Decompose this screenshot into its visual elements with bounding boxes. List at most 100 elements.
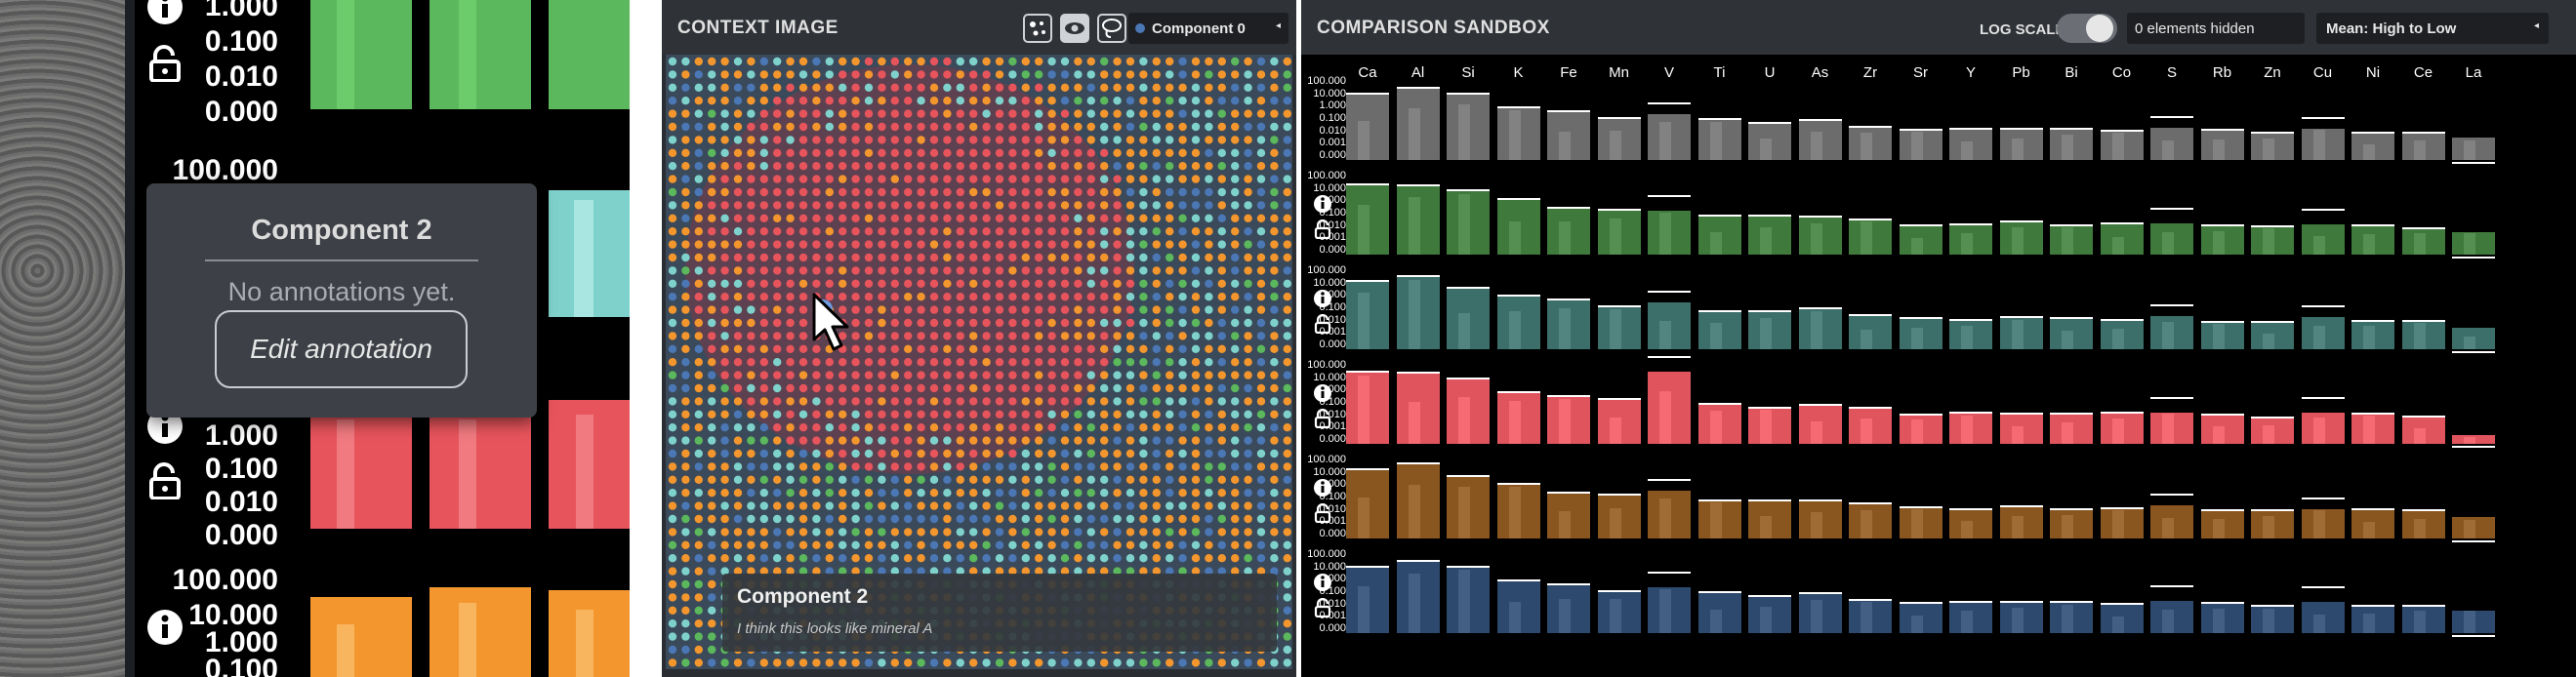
element-bar-inner xyxy=(2162,232,2174,255)
data-point xyxy=(851,371,860,379)
element-header[interactable]: Sr xyxy=(1901,64,1941,81)
lasso-tool-button[interactable] xyxy=(1097,14,1126,43)
element-header[interactable]: La xyxy=(2454,64,2493,81)
unlock-icon[interactable] xyxy=(146,45,184,82)
scatter-tool-button[interactable] xyxy=(1023,14,1052,43)
info-icon[interactable] xyxy=(1313,573,1332,592)
data-point xyxy=(1283,606,1291,615)
element-header[interactable]: Ti xyxy=(1700,64,1739,81)
element-header[interactable]: Mn xyxy=(1600,64,1639,81)
data-point xyxy=(943,214,952,222)
data-point xyxy=(1021,436,1030,445)
data-point xyxy=(851,397,860,406)
element-header[interactable]: Pb xyxy=(2002,64,2041,81)
info-icon[interactable] xyxy=(1313,194,1332,214)
data-point xyxy=(773,318,782,328)
element-header[interactable]: Si xyxy=(1449,64,1488,81)
unlock-icon[interactable] xyxy=(1313,408,1332,429)
data-point xyxy=(1139,83,1148,92)
data-point xyxy=(1270,293,1279,301)
data-point xyxy=(995,109,1004,118)
data-point xyxy=(1205,175,1213,183)
info-icon[interactable] xyxy=(146,609,184,646)
element-header[interactable]: U xyxy=(1750,64,1789,81)
data-point xyxy=(773,122,782,132)
element-header[interactable]: S xyxy=(2152,64,2191,81)
data-point xyxy=(798,305,808,314)
data-point xyxy=(1047,70,1056,79)
element-header[interactable]: Y xyxy=(1951,64,1990,81)
element-header[interactable]: Fe xyxy=(1549,64,1588,81)
data-point xyxy=(759,449,768,458)
data-point xyxy=(878,305,886,314)
unlock-icon[interactable] xyxy=(1313,597,1332,618)
data-point xyxy=(1100,305,1109,314)
data-point xyxy=(733,293,743,301)
mean-marker xyxy=(2452,162,2495,164)
data-point xyxy=(1113,240,1122,249)
data-point xyxy=(943,97,952,105)
data-point xyxy=(1074,97,1083,105)
unlock-icon[interactable] xyxy=(1313,502,1332,524)
unlock-icon[interactable] xyxy=(1313,219,1332,240)
data-point xyxy=(1270,528,1279,537)
info-icon[interactable] xyxy=(1313,289,1332,308)
element-header[interactable]: Ce xyxy=(2404,64,2443,81)
element-header[interactable]: Bi xyxy=(2052,64,2091,81)
data-point xyxy=(1244,383,1252,393)
data-point xyxy=(1191,410,1201,418)
data-point xyxy=(720,383,729,393)
data-point xyxy=(720,187,729,197)
data-point xyxy=(1086,397,1095,406)
mean-marker xyxy=(2150,208,2193,211)
element-header[interactable]: Ni xyxy=(2353,64,2392,81)
component-select[interactable]: Component 0 ◂ xyxy=(1128,13,1288,44)
element-bar-inner xyxy=(2263,515,2274,538)
element-header[interactable]: As xyxy=(1801,64,1840,81)
visibility-button[interactable] xyxy=(1060,14,1089,43)
element-header[interactable]: Al xyxy=(1399,64,1438,81)
element-header[interactable]: K xyxy=(1499,64,1538,81)
data-point xyxy=(890,136,899,144)
data-point xyxy=(1283,253,1291,262)
data-point xyxy=(943,227,952,236)
mean-marker xyxy=(1396,87,1440,90)
element-header[interactable]: Cu xyxy=(2304,64,2343,81)
data-point xyxy=(825,83,834,92)
unlock-icon[interactable] xyxy=(146,462,184,499)
info-icon[interactable] xyxy=(1313,383,1332,403)
info-icon[interactable] xyxy=(146,0,184,25)
edit-annotation-button[interactable]: Edit annotation xyxy=(215,310,468,388)
data-point xyxy=(773,344,782,353)
data-point xyxy=(969,475,978,484)
data-point xyxy=(759,423,768,432)
element-header[interactable]: V xyxy=(1650,64,1689,81)
data-point xyxy=(798,214,808,222)
data-point xyxy=(1074,462,1083,471)
mean-marker xyxy=(2200,413,2244,416)
data-point xyxy=(1125,97,1135,105)
info-icon[interactable] xyxy=(1313,478,1332,498)
data-point xyxy=(720,227,729,236)
data-point xyxy=(1270,122,1279,132)
data-point xyxy=(917,540,925,549)
element-header[interactable]: Co xyxy=(2103,64,2142,81)
mean-marker xyxy=(1346,468,1389,471)
data-point xyxy=(747,423,756,432)
data-point xyxy=(878,358,886,367)
element-bar-inner xyxy=(1609,130,1621,160)
element-header[interactable]: Zr xyxy=(1851,64,1890,81)
data-point xyxy=(904,475,913,484)
unlock-icon[interactable] xyxy=(1313,313,1332,335)
axis-tick: 100.000 xyxy=(1307,548,1346,560)
element-header[interactable]: Rb xyxy=(2203,64,2242,81)
data-point xyxy=(733,540,743,549)
data-point xyxy=(694,540,703,549)
element-header[interactable]: Ca xyxy=(1348,64,1387,81)
element-bar-inner xyxy=(1659,121,1671,160)
element-header[interactable]: Zn xyxy=(2253,64,2292,81)
data-point xyxy=(1217,358,1226,367)
data-point xyxy=(1191,122,1201,132)
component-annotation-label[interactable]: Component 2 I think this looks like mine… xyxy=(722,574,1277,652)
data-point xyxy=(708,606,716,615)
